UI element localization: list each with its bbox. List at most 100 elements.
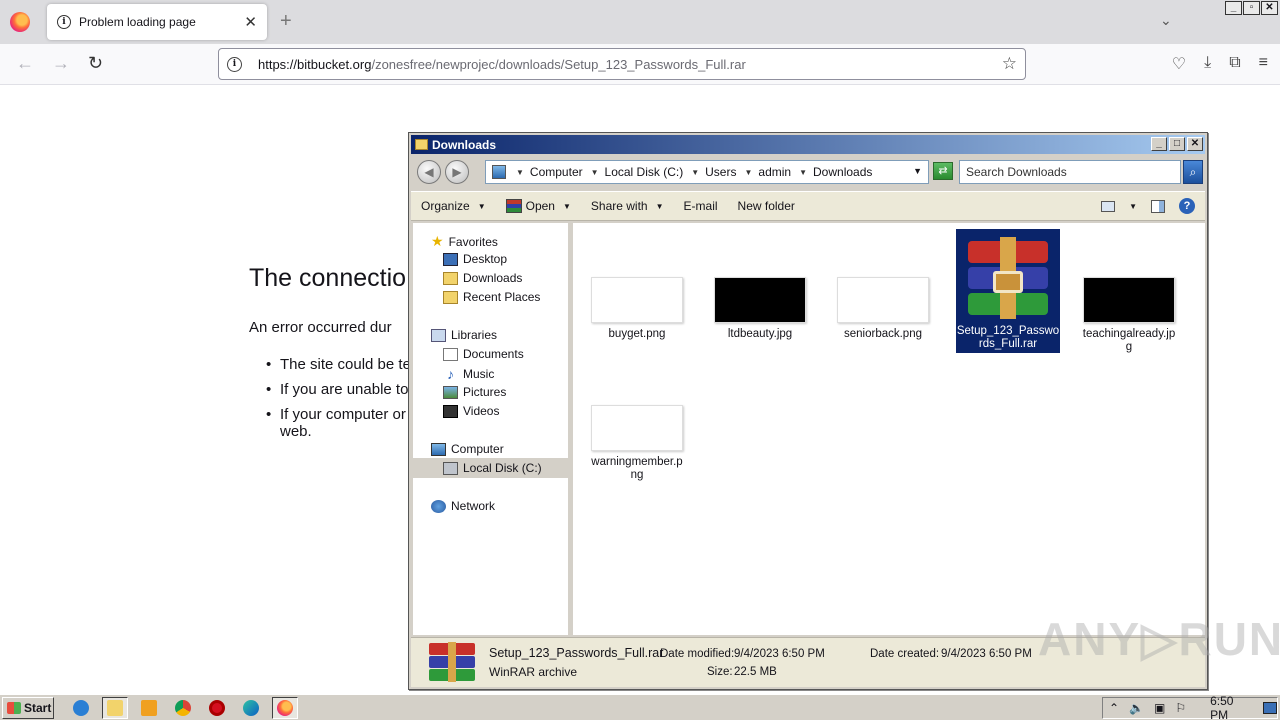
show-hidden-icons-icon[interactable]: ⌃ — [1109, 701, 1119, 715]
file-item-selected[interactable]: Setup_123_Passwords_Full.rar — [956, 229, 1060, 353]
chevron-down-icon[interactable]: ▼ — [1129, 202, 1137, 211]
search-icon[interactable]: ⌕ — [1183, 160, 1203, 184]
search-input[interactable]: Search Downloads — [959, 160, 1181, 184]
chevron-down-icon[interactable]: ▼ — [563, 202, 571, 211]
show-desktop-icon[interactable] — [1263, 702, 1277, 714]
breadcrumb-separator[interactable]: ▼ — [799, 168, 807, 177]
file-item[interactable]: buyget.png — [589, 277, 685, 341]
nav-label: Videos — [463, 404, 500, 418]
new-folder-button[interactable]: New folder — [728, 199, 805, 213]
details-created-label: Date created: — [870, 648, 940, 660]
nav-pictures[interactable]: Pictures — [443, 385, 506, 399]
explorer-back-button[interactable]: ◀ — [417, 160, 441, 184]
videos-icon — [443, 404, 458, 418]
edge-icon[interactable] — [238, 697, 264, 719]
address-bar[interactable]: ▼ Computer ▼ Local Disk (C:) ▼ Users ▼ a… — [485, 160, 929, 184]
hard-disk-icon — [443, 461, 458, 475]
browser-tab-active[interactable]: i Problem loading page ✕ — [47, 4, 267, 40]
new-tab-button[interactable]: + — [280, 10, 292, 33]
explorer-minimize-button[interactable]: _ — [1151, 137, 1167, 151]
nav-local-disk[interactable]: Local Disk (C:) — [413, 458, 568, 478]
explorer-forward-button[interactable]: ▶ — [445, 160, 469, 184]
firefox-logo-icon[interactable] — [10, 12, 30, 32]
rar-buckle — [993, 271, 1023, 293]
breadcrumb-separator[interactable]: ▼ — [516, 168, 524, 177]
restore-button[interactable]: ▫ — [1243, 1, 1260, 15]
start-button[interactable]: Start — [2, 697, 54, 719]
list-all-tabs-button[interactable]: ⌄ — [1160, 12, 1172, 29]
breadcrumb-separator[interactable]: ▼ — [691, 168, 699, 177]
tab-close-button[interactable]: ✕ — [244, 13, 257, 31]
preview-pane-icon[interactable] — [1151, 199, 1165, 213]
nav-favorites[interactable]: ★ Favorites — [431, 233, 498, 250]
file-item[interactable]: warningmember.png — [589, 405, 685, 482]
reload-icon[interactable]: ↻ — [88, 53, 103, 74]
organize-label: Organize — [421, 199, 470, 213]
nav-documents[interactable]: Documents — [443, 347, 524, 361]
nav-libraries[interactable]: Libraries — [431, 328, 497, 342]
explorer-title-bar[interactable]: Downloads _ □ ✕ — [411, 135, 1205, 154]
menu-icon[interactable]: ≡ — [1259, 54, 1268, 74]
organize-button[interactable]: Organize ▼ — [411, 199, 496, 213]
navigation-pane: ★ Favorites Desktop Downloads Recent Plac… — [413, 223, 571, 635]
change-view-icon[interactable] — [1101, 200, 1116, 212]
desktop-icon — [443, 252, 458, 266]
music-icon: ♪ — [447, 366, 454, 382]
pocket-icon[interactable]: ♡ — [1172, 54, 1186, 74]
url-text[interactable]: https://bitbucket.org/zonesfree/newproje… — [258, 57, 746, 72]
suggestion-item: If you are unable to — [266, 381, 411, 398]
nav-computer[interactable]: Computer — [431, 442, 504, 456]
breadcrumb-separator[interactable]: ▼ — [591, 168, 599, 177]
extensions-icon[interactable]: ⧉ — [1229, 54, 1240, 74]
nav-label: Desktop — [463, 252, 508, 266]
open-label: Open — [525, 199, 555, 213]
back-arrow-icon[interactable]: ← — [16, 53, 34, 74]
nav-downloads[interactable]: Downloads — [443, 271, 522, 285]
firefox-taskbar-icon[interactable] — [272, 697, 298, 719]
breadcrumb-computer[interactable]: Computer — [530, 165, 583, 179]
share-with-label: Share with — [590, 199, 648, 213]
action-center-flag-icon[interactable]: ⚐ — [1175, 701, 1186, 715]
nav-music[interactable]: ♪ Music — [443, 366, 494, 382]
minimize-button[interactable]: _ — [1225, 1, 1242, 15]
clock[interactable]: 6:50 PM — [1210, 694, 1253, 720]
file-item[interactable]: teachingalready.jpg — [1081, 277, 1177, 354]
file-explorer-icon[interactable] — [102, 697, 128, 719]
chrome-icon[interactable] — [170, 697, 196, 719]
explorer-close-button[interactable]: ✕ — [1187, 137, 1203, 151]
breadcrumb-users[interactable]: Users — [705, 165, 736, 179]
downloads-icon[interactable]: ⤓ — [1204, 54, 1211, 74]
volume-icon[interactable]: 🔈 — [1129, 701, 1144, 715]
opera-icon[interactable] — [204, 697, 230, 719]
anyrun-watermark: ANY▷RUN — [1038, 613, 1280, 665]
nav-desktop[interactable]: Desktop — [443, 252, 507, 266]
file-item[interactable]: seniorback.png — [835, 277, 931, 341]
quick-launch — [68, 697, 298, 719]
help-icon[interactable]: ? — [1179, 198, 1195, 214]
breadcrumb-downloads[interactable]: Downloads — [813, 165, 872, 179]
internet-explorer-icon[interactable] — [68, 697, 94, 719]
breadcrumb-local-disk[interactable]: Local Disk (C:) — [605, 165, 684, 179]
address-dropdown-icon[interactable]: ▼ — [913, 166, 922, 176]
downloads-folder-icon — [443, 271, 458, 285]
share-with-button[interactable]: Share with ▼ — [581, 199, 674, 213]
open-button[interactable]: Open ▼ — [496, 199, 581, 213]
breadcrumb-separator[interactable]: ▼ — [744, 168, 752, 177]
forward-arrow-icon[interactable]: → — [52, 53, 70, 74]
nav-network[interactable]: Network — [431, 499, 495, 513]
network-tray-icon[interactable]: ▣ — [1154, 701, 1165, 715]
close-button[interactable]: ✕ — [1261, 1, 1278, 15]
nav-recent-places[interactable]: Recent Places — [443, 290, 540, 304]
site-info-icon[interactable]: i — [227, 56, 242, 72]
media-player-icon[interactable] — [136, 697, 162, 719]
file-item[interactable]: ltdbeauty.jpg — [712, 277, 808, 341]
command-bar: Organize ▼ Open ▼ Share with ▼ E-mail New f… — [411, 191, 1205, 221]
nav-label: Pictures — [463, 385, 507, 399]
email-button[interactable]: E-mail — [674, 199, 728, 213]
explorer-maximize-button[interactable]: □ — [1169, 137, 1185, 151]
url-bar[interactable]: i https://bitbucket.org/zonesfree/newpro… — [218, 48, 1026, 80]
refresh-button[interactable]: ⇄ — [933, 162, 953, 180]
bookmark-star-icon[interactable]: ☆ — [1002, 54, 1017, 74]
breadcrumb-admin[interactable]: admin — [758, 165, 791, 179]
nav-videos[interactable]: Videos — [443, 404, 499, 418]
